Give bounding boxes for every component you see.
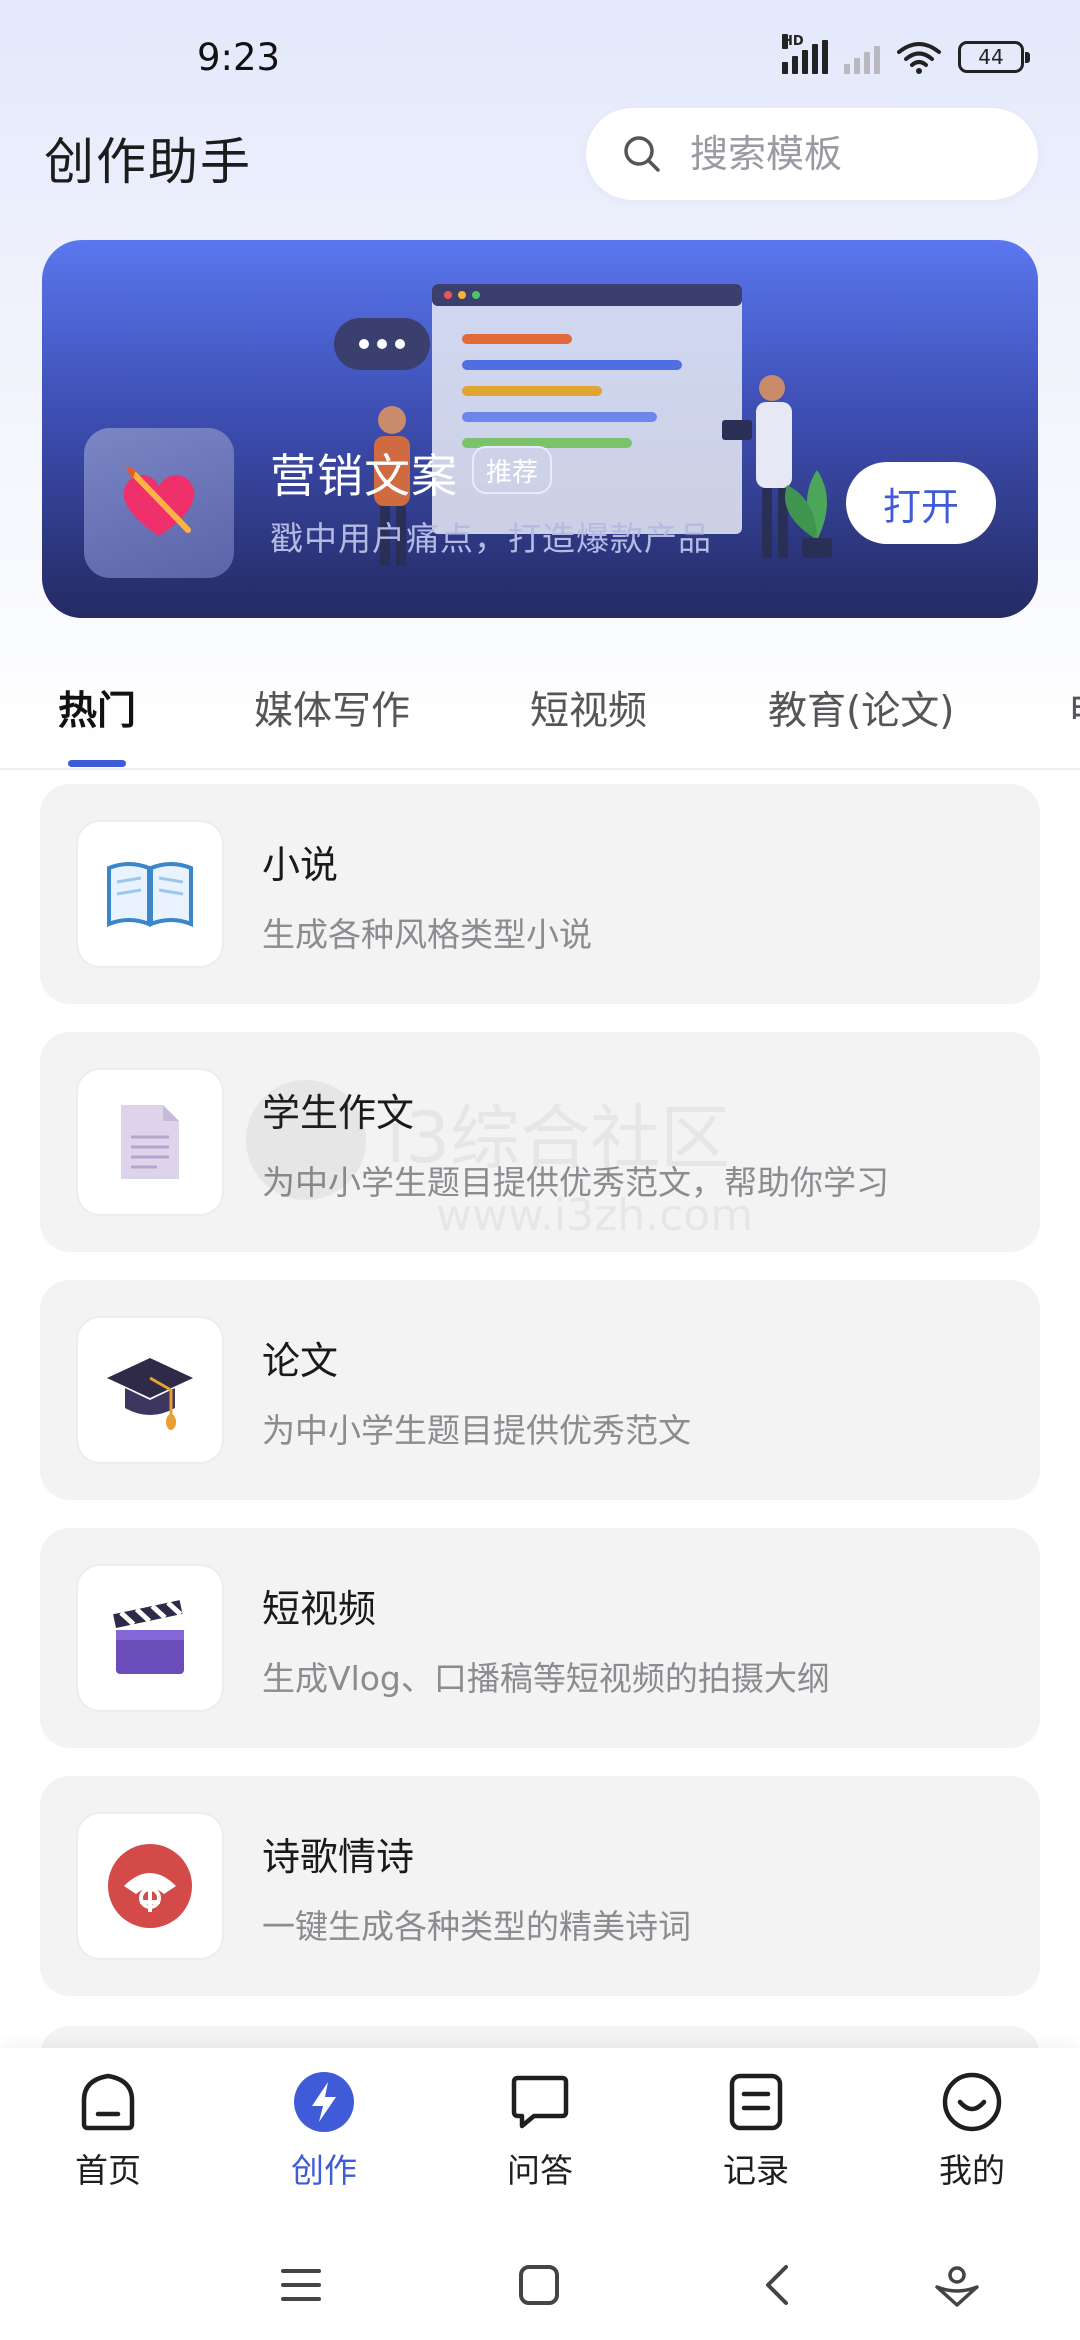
recommend-badge: 推荐 xyxy=(472,446,553,494)
featured-banner[interactable]: 营销文案 推荐 戳中用户痛点，打造爆款产品 打开 xyxy=(42,240,1038,618)
status-icons: HD 44 xyxy=(782,34,1030,74)
item-description: 一键生成各种类型的精美诗词 xyxy=(262,1907,691,1946)
nav-home[interactable]: 首页 xyxy=(38,2070,178,2192)
lightning-icon xyxy=(294,2072,354,2132)
item-description: 生成Vlog、口播稿等短视频的拍摄大纲 xyxy=(262,1659,830,1698)
item-title: 小说 xyxy=(262,843,339,887)
item-description: 为中小学生题目提供优秀范文 xyxy=(262,1411,691,1450)
clapperboard-icon xyxy=(76,1564,224,1712)
list-item[interactable]: 学生作文 为中小学生题目提供优秀范文，帮助你学习 xyxy=(40,1032,1040,1252)
heart-icon xyxy=(84,428,234,578)
nav-records[interactable]: 记录 xyxy=(686,2070,826,2192)
banner-title: 营销文案 xyxy=(270,449,458,503)
menu-icon xyxy=(281,2269,321,2301)
battery-level: 44 xyxy=(978,45,1004,69)
nav-home-label: 首页 xyxy=(75,2151,141,2190)
item-description: 为中小学生题目提供优秀范文，帮助你学习 xyxy=(262,1163,889,1202)
status-time: 9:23 xyxy=(197,36,281,79)
home-icon xyxy=(81,2073,135,2131)
wifi-icon xyxy=(897,42,941,74)
smiley-icon xyxy=(942,2072,1002,2132)
banner-subtitle: 戳中用户痛点，打造爆款产品 xyxy=(270,519,712,558)
signal-icon: HD xyxy=(782,34,828,74)
tab-media-writing[interactable]: 媒体写作 xyxy=(254,680,410,736)
list-item[interactable]: 短视频 生成Vlog、口播稿等短视频的拍摄大纲 xyxy=(40,1528,1040,1748)
menu-button[interactable] xyxy=(266,2250,336,2320)
bottom-navigation: 首页 创作 问答 记录 我的 xyxy=(0,2048,1080,2228)
search-bar[interactable] xyxy=(586,108,1038,200)
tab-education[interactable]: 教育(论文) xyxy=(768,680,954,736)
item-title: 诗歌情诗 xyxy=(262,1835,415,1879)
chat-bubble-icon xyxy=(511,2075,569,2129)
nav-create[interactable]: 创作 xyxy=(254,2070,394,2192)
assistant-icon xyxy=(935,2266,979,2307)
document-icon xyxy=(76,1068,224,1216)
assistant-button[interactable] xyxy=(922,2250,992,2320)
nav-profile-label: 我的 xyxy=(939,2151,1005,2190)
signal-2-icon xyxy=(844,40,880,74)
nav-profile[interactable]: 我的 xyxy=(902,2070,1042,2192)
nav-qa-label: 问答 xyxy=(507,2151,573,2190)
back-button[interactable] xyxy=(742,2250,812,2320)
item-title: 论文 xyxy=(262,1339,339,1383)
tab-partial[interactable]: 电 xyxy=(1068,680,1080,736)
square-icon xyxy=(519,2265,559,2305)
open-book-icon xyxy=(76,820,224,968)
item-title: 学生作文 xyxy=(262,1091,415,1135)
search-input[interactable] xyxy=(690,132,990,176)
record-icon xyxy=(729,2073,783,2131)
open-button[interactable]: 打开 xyxy=(846,462,996,544)
graduation-cap-icon xyxy=(76,1316,224,1464)
back-icon xyxy=(766,2265,788,2305)
battery-icon: 44 xyxy=(958,41,1030,73)
nav-records-label: 记录 xyxy=(723,2151,789,2190)
tab-indicator xyxy=(68,760,126,767)
tab-hot[interactable]: 热门 xyxy=(58,680,136,736)
folding-fan-icon xyxy=(76,1812,224,1960)
list-item[interactable]: 小说 生成各种风格类型小说 xyxy=(40,784,1040,1004)
nav-qa[interactable]: 问答 xyxy=(470,2070,610,2192)
system-navigation-bar xyxy=(0,2228,1080,2340)
list-item[interactable]: 诗歌情诗 一键生成各种类型的精美诗词 xyxy=(40,1776,1040,1996)
item-description: 生成各种风格类型小说 xyxy=(262,915,592,954)
item-title: 短视频 xyxy=(262,1587,377,1631)
hd-label: HD xyxy=(782,34,804,49)
status-bar: 9:23 HD 44 xyxy=(0,0,1080,120)
page-title: 创作助手 xyxy=(44,133,252,191)
tab-short-video[interactable]: 短视频 xyxy=(530,680,647,736)
home-button[interactable] xyxy=(504,2250,574,2320)
search-icon xyxy=(624,136,660,172)
category-tabs: 热门 媒体写作 短视频 教育(论文) 电 xyxy=(0,660,1080,770)
nav-create-label: 创作 xyxy=(291,2151,357,2190)
list-item[interactable]: 论文 为中小学生题目提供优秀范文 xyxy=(40,1280,1040,1500)
